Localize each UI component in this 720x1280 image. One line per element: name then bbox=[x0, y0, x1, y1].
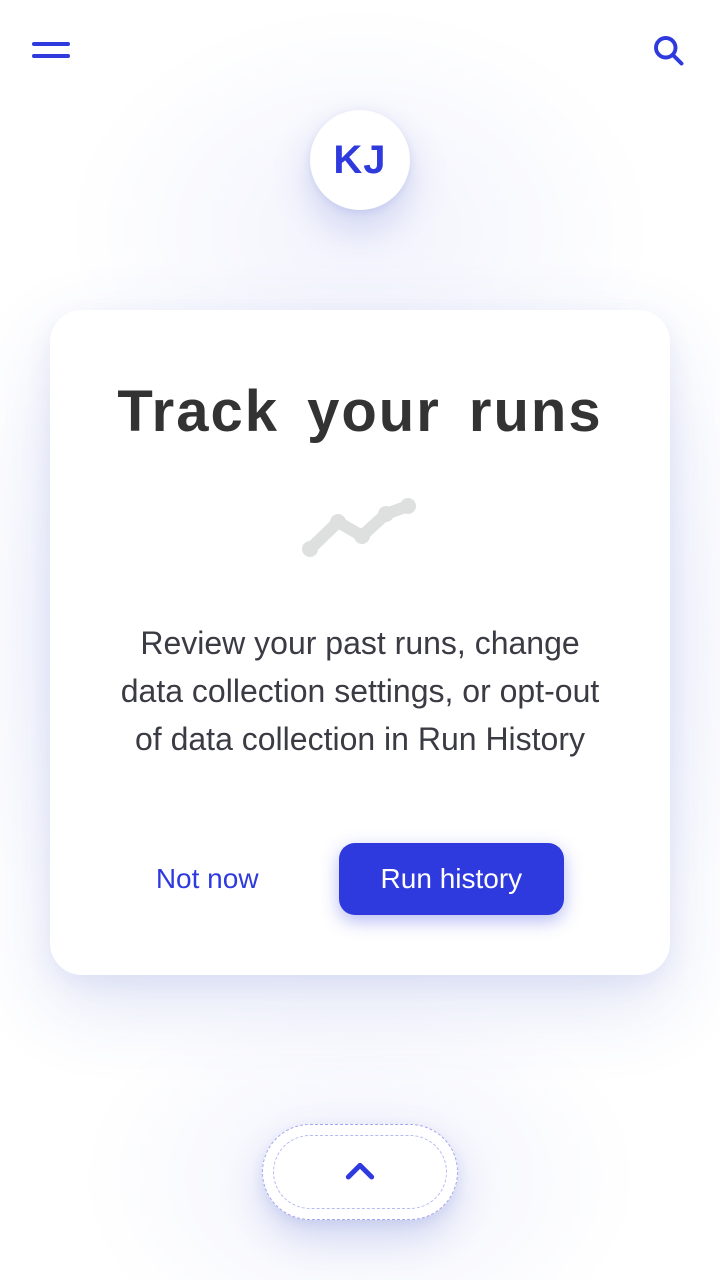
timeline-icon bbox=[300, 494, 420, 569]
track-runs-card: Track your runs Review your past runs, c… bbox=[50, 310, 670, 975]
avatar-initials: KJ bbox=[333, 138, 386, 183]
menu-icon[interactable] bbox=[32, 30, 72, 70]
search-icon[interactable] bbox=[648, 30, 688, 70]
card-body-text: Review your past runs, change data colle… bbox=[120, 619, 600, 763]
chevron-up-icon bbox=[340, 1152, 380, 1192]
card-actions: Not now Run history bbox=[104, 843, 616, 925]
top-bar bbox=[0, 0, 720, 100]
run-history-button[interactable]: Run history bbox=[339, 843, 565, 915]
avatar[interactable]: KJ bbox=[310, 110, 410, 210]
expand-button[interactable] bbox=[262, 1124, 458, 1220]
card-title: Track your runs bbox=[117, 380, 602, 444]
not-now-button[interactable]: Not now bbox=[156, 863, 259, 895]
